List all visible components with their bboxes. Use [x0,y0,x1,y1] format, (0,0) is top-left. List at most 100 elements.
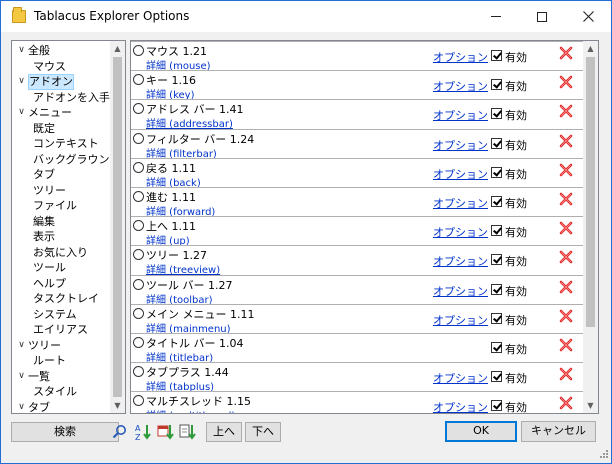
search-button[interactable]: 検索 [11,422,119,442]
list-scrollbar[interactable]: ▲ ▼ [583,41,598,413]
addon-option-link[interactable]: オプション [433,49,488,65]
addon-option-link[interactable]: オプション [433,370,488,386]
category-tree[interactable]: ∨ 全般 マウス ∨ アドオン アドオンを入手 ∨ メニュー 既定 コンテキスト バックグラウンドタ… [11,40,126,414]
addon-select-radio[interactable] [133,161,144,173]
tree-expand-toggle-icon[interactable]: ∨ [17,338,26,353]
addon-option-link[interactable]: オプション [433,166,488,182]
addon-select-radio[interactable] [133,220,144,232]
addon-select-radio[interactable] [133,249,144,261]
delete-icon[interactable] [559,309,573,323]
addon-select-radio[interactable] [133,191,144,202]
delete-icon[interactable] [559,192,573,206]
addon-enabled-checkbox[interactable] [491,225,502,237]
addon-select-radio[interactable] [133,45,144,56]
ok-button[interactable]: OK [445,421,517,442]
tree-expand-toggle-icon[interactable]: ∨ [17,400,26,414]
addon-select-radio[interactable] [133,278,144,290]
tree-item[interactable]: アドオン [28,74,74,90]
move-up-button[interactable]: 上へ [206,422,242,442]
tree-item[interactable]: ツール [33,260,66,276]
tree-item[interactable]: ヘルプ [33,276,66,292]
addon-enabled-checkbox[interactable] [491,50,502,61]
tree-item[interactable]: 表示 [33,229,55,245]
tree-scroll-thumb[interactable] [113,57,122,397]
delete-icon[interactable] [559,134,573,148]
addon-enabled-checkbox[interactable] [491,166,502,178]
cancel-button[interactable]: キャンセル [521,421,596,442]
tree-item[interactable]: 全般 [28,43,50,59]
addon-enabled-checkbox[interactable] [491,312,502,324]
addon-select-radio[interactable] [133,74,144,86]
sort-type-icon[interactable] [179,423,197,441]
tree-item[interactable]: コンテキスト [33,136,99,152]
addon-option-link[interactable]: オプション [433,312,488,328]
tree-item[interactable]: 既定 [33,121,55,137]
addon-select-radio[interactable] [133,366,144,378]
scroll-up-arrow-icon[interactable]: ▲ [583,41,598,56]
tree-item[interactable]: システム [33,307,77,323]
delete-icon[interactable] [559,280,573,294]
tree-item[interactable]: ファイル [33,198,77,214]
sort-date-icon[interactable] [157,423,175,441]
tree-item[interactable]: スタイル [33,384,77,400]
tree-item[interactable]: エイリアス [33,322,88,338]
addon-enabled-checkbox[interactable] [491,254,502,266]
delete-icon[interactable] [559,396,573,410]
tree-item[interactable]: タスクトレイ [33,291,99,307]
addon-enabled-checkbox[interactable] [491,371,502,383]
addon-select-radio[interactable] [133,307,144,319]
delete-icon[interactable] [559,75,573,89]
tree-item[interactable]: メニュー [28,105,72,121]
addon-select-radio[interactable] [133,103,144,115]
addon-option-link[interactable]: オプション [433,224,488,240]
delete-icon[interactable] [559,221,573,235]
tree-item[interactable]: アドオンを入手 [33,90,110,106]
addon-select-radio[interactable] [133,395,144,407]
tree-item[interactable]: タブ [28,400,50,414]
addon-select-radio[interactable] [133,337,144,348]
delete-icon[interactable] [559,250,573,264]
tree-item[interactable]: ルート [33,353,66,369]
maximize-button[interactable] [519,1,565,32]
addon-enabled-checkbox[interactable] [491,342,502,353]
delete-icon[interactable] [559,46,573,60]
tree-item[interactable]: マウス [33,59,66,75]
addon-enabled-checkbox[interactable] [491,196,502,207]
addon-option-link[interactable]: オプション [433,137,488,153]
tree-item[interactable]: 一覧 [28,369,50,385]
addon-enabled-checkbox[interactable] [491,283,502,295]
close-button[interactable] [565,1,611,32]
tree-item[interactable]: タブ [33,167,55,183]
tree-item[interactable]: ツリー [33,183,66,199]
delete-icon[interactable] [559,367,573,381]
tree-expand-toggle-icon[interactable]: ∨ [17,74,26,89]
list-scroll-thumb[interactable] [586,57,595,327]
tree-item[interactable]: 編集 [33,214,55,230]
addon-select-radio[interactable] [133,132,144,144]
delete-icon[interactable] [559,163,573,177]
addon-option-link[interactable]: オプション [433,399,488,413]
addon-enabled-checkbox[interactable] [491,79,502,91]
minimize-button[interactable] [473,1,519,32]
scroll-down-arrow-icon[interactable]: ▼ [583,398,598,413]
addon-option-link[interactable]: オプション [433,195,488,211]
tree-item[interactable]: お気に入り [33,245,88,261]
tree-expand-toggle-icon[interactable]: ∨ [17,43,26,58]
tree-scrollbar[interactable]: ▲ ▼ [110,41,125,413]
tree-expand-toggle-icon[interactable]: ∨ [17,105,26,120]
addon-option-link[interactable]: オプション [433,78,488,94]
delete-icon[interactable] [559,104,573,118]
search-icon[interactable] [112,424,127,439]
move-down-button[interactable]: 下へ [245,422,281,442]
scroll-down-arrow-icon[interactable]: ▼ [110,398,125,413]
tree-expand-toggle-icon[interactable]: ∨ [17,369,26,384]
addon-enabled-checkbox[interactable] [491,108,502,120]
addon-option-link[interactable]: オプション [433,107,488,123]
addon-enabled-checkbox[interactable] [491,137,502,149]
delete-icon[interactable] [559,338,573,352]
scroll-up-arrow-icon[interactable]: ▲ [110,41,125,56]
sort-ascending-icon[interactable]: A Z [135,423,153,441]
addon-option-link[interactable]: オプション [433,283,488,299]
addon-enabled-checkbox[interactable] [491,400,502,412]
resize-grip-icon[interactable] [599,449,609,459]
